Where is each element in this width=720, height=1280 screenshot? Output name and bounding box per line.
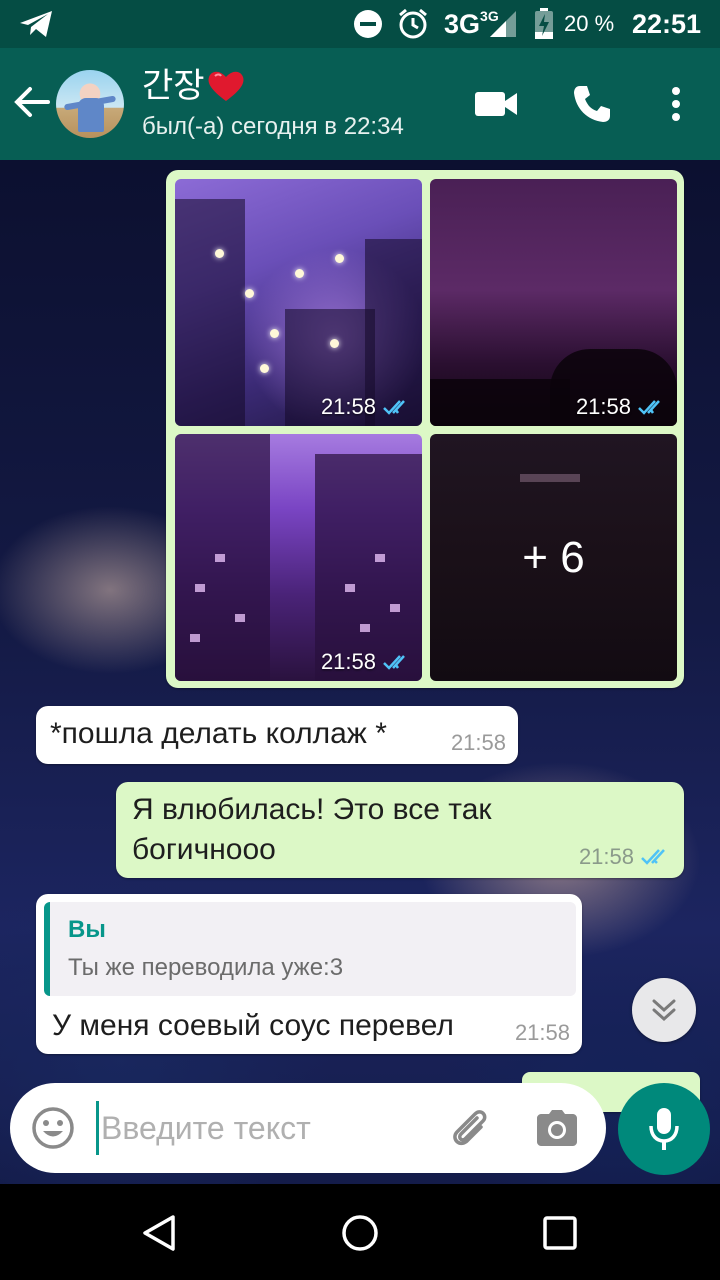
photo-thumbnail[interactable]: 21:58 [175,434,422,681]
reply-quote[interactable]: Вы Ты же переводила уже:3 [44,902,576,996]
photo-timestamp: 21:58 [321,394,412,420]
message-meta: 21:58 [579,844,672,870]
incoming-message[interactable]: *пошла делать коллаж * 21:58 [36,706,518,764]
last-seen-status: был(-а) сегодня в 22:34 [142,113,404,140]
message-time: 21:58 [450,730,506,755]
read-ticks-icon [638,400,660,415]
scroll-to-bottom-button[interactable] [632,978,696,1042]
message-text: Я влюбилась! Это все так богичнооо [132,793,492,866]
photo-album-message: 21:58 21:58 21:58 + 6 [166,170,684,688]
microphone-icon [649,1108,679,1150]
back-arrow-icon[interactable] [10,80,54,124]
heart-emoji-icon [208,71,244,101]
read-ticks-icon [383,400,405,415]
video-call-icon[interactable] [470,78,522,130]
photo-thumbnail[interactable]: 21:58 [430,179,677,426]
clock: 22:51 [632,8,702,39]
system-nav-bar [0,1184,720,1280]
message-time: 21:58 [514,1020,570,1045]
camera-icon[interactable] [534,1105,580,1151]
alarm-icon [396,0,430,48]
attach-icon[interactable] [446,1105,492,1151]
read-ticks-icon [383,655,405,670]
incoming-reply-message[interactable]: Вы Ты же переводила уже:3 У меня соевый … [36,894,582,1054]
message-input[interactable] [96,1101,426,1155]
contact-name[interactable]: 간장 [142,66,245,106]
photo-timestamp: 21:58 [576,394,667,420]
more-photos-thumbnail[interactable]: + 6 [430,434,677,681]
double-chevron-down-icon [652,999,676,1022]
voice-call-icon[interactable] [566,78,618,130]
nav-recents-icon[interactable] [535,1208,585,1258]
message-time: 21:58 [578,844,634,869]
battery-charging-icon [534,0,554,48]
signal-icon [488,0,518,48]
avatar[interactable] [56,70,124,138]
status-bar: 3G 3G 20 % 22:51 [0,0,720,48]
chat-header: 간장 был(-а) сегодня в 22:34 [0,48,720,160]
voice-record-button[interactable] [618,1083,710,1175]
read-ticks-icon [641,849,665,865]
photo-thumbnail[interactable]: 21:58 [175,179,422,426]
nav-home-icon[interactable] [335,1208,385,1258]
more-options-icon[interactable] [650,78,702,130]
photo-timestamp: 21:58 [321,649,412,675]
outgoing-message[interactable]: Я влюбилась! Это все так богичнооо 21:58 [116,782,684,878]
more-photos-count: + 6 [522,532,585,582]
emoji-icon[interactable] [30,1105,76,1151]
reply-text: Ты же переводила уже:3 [68,954,344,981]
telegram-icon [18,0,54,48]
message-text: У меня соевый соус перевел [52,1009,454,1042]
nav-back-icon[interactable] [134,1208,184,1258]
reply-author: Вы [68,916,106,943]
message-composer [10,1083,606,1173]
battery-level: 20 % [564,11,615,36]
message-text: *пошла делать коллаж * [50,717,387,750]
chat-area[interactable]: 21:58 21:58 21:58 + 6 *пошла делать колл… [0,160,720,1184]
do-not-disturb-icon [352,0,384,48]
